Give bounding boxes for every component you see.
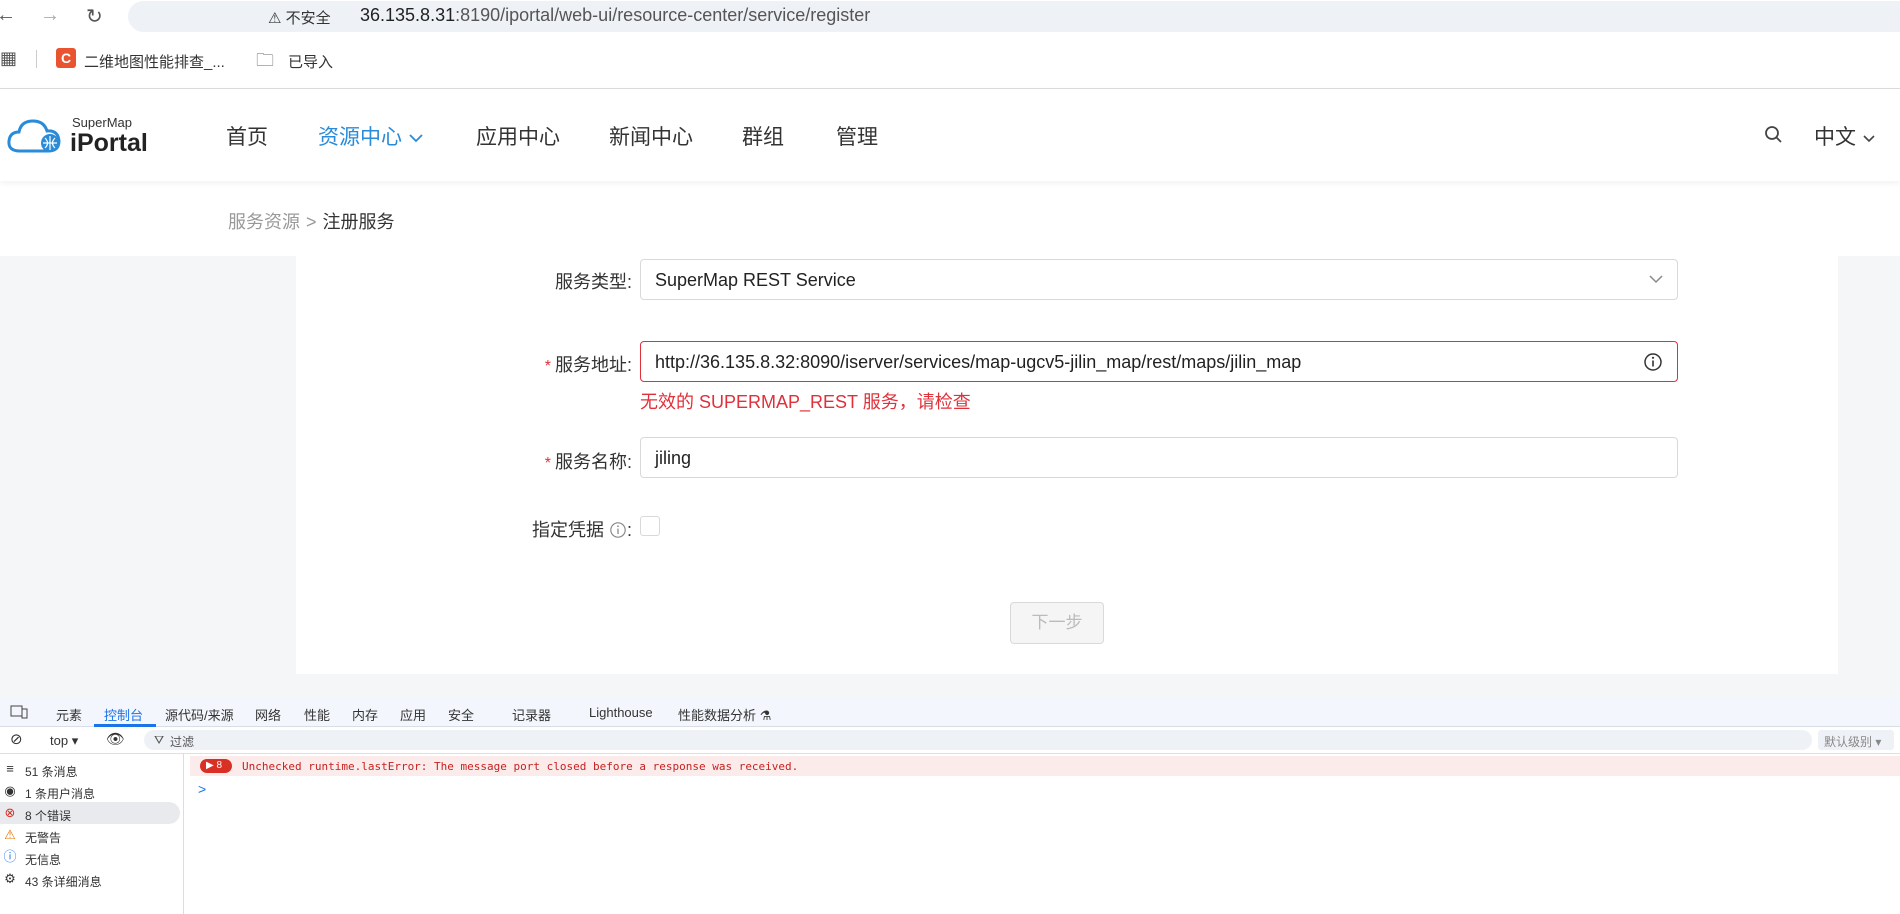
tab-security[interactable]: 安全: [448, 705, 474, 724]
supermap-logo-icon[interactable]: [6, 113, 66, 157]
service-url-error: 无效的 SUPERMAP_REST 服务，请检查: [640, 392, 971, 412]
breadcrumb-service-resources[interactable]: 服务资源: [228, 212, 300, 232]
error-count-badge: ▶ 8: [200, 759, 232, 773]
service-name-input[interactable]: jiling: [640, 437, 1678, 478]
credential-checkbox[interactable]: [640, 516, 660, 536]
address-bar[interactable]: ⚠ 不安全 36.135.8.31:8190/iportal/web-ui/re…: [128, 1, 1900, 32]
chevron-down-icon: [1649, 275, 1663, 284]
logo-title[interactable]: iPortal: [70, 129, 148, 158]
security-warning[interactable]: ⚠ 不安全: [268, 7, 331, 28]
console-error-message: Unchecked runtime.lastError: The message…: [242, 760, 799, 773]
console-filter-input[interactable]: ⛛ 过滤: [144, 730, 1812, 750]
user-icon: ◉: [4, 783, 16, 798]
chevron-down-icon: [1863, 135, 1875, 143]
filter-placeholder: 过滤: [170, 735, 195, 749]
clear-console-icon[interactable]: ⊘: [10, 730, 23, 748]
device-toggle-icon[interactable]: [10, 704, 28, 720]
service-name-label: * 服务名称:: [544, 452, 632, 472]
bookmark-favicon-icon: C: [56, 48, 76, 68]
warning-icon: ⚠: [4, 827, 16, 842]
bookmark-item[interactable]: 二维地图性能排查_...: [84, 51, 225, 72]
url-text[interactable]: 36.135.8.31:8190/iportal/web-ui/resource…: [360, 5, 870, 26]
context-selector[interactable]: top ▾: [50, 733, 78, 749]
nav-resource-center[interactable]: 资源中心: [318, 121, 424, 151]
nav-app-center[interactable]: 应用中心: [476, 121, 560, 151]
service-type-select[interactable]: SuperMap REST Service: [640, 259, 1678, 300]
console-sidebar: ≡ 51 条消息 ◉ 1 条用户消息 ⊗ 8 个错误 ⚠ 无警告 ⓘ 无信息 ⚙ 43 条详…: [0, 754, 184, 914]
breadcrumb-separator: >: [306, 212, 317, 232]
tab-application[interactable]: 应用: [400, 705, 426, 724]
service-type-label: 服务类型:: [554, 272, 632, 292]
apps-grid-icon[interactable]: ▦: [0, 48, 17, 69]
bookmark-folder[interactable]: 已导入: [288, 51, 333, 72]
search-icon[interactable]: [1764, 125, 1784, 145]
bug-icon: ⚙: [4, 871, 16, 886]
sidebar-item-errors[interactable]: ⊗ 8 个错误: [0, 802, 180, 824]
bookmark-separator: [36, 50, 37, 68]
forward-icon[interactable]: →: [40, 4, 60, 27]
info-icon[interactable]: [1643, 352, 1663, 372]
service-url-input[interactable]: http://36.135.8.32:8090/iserver/services…: [640, 341, 1678, 382]
nav-groups[interactable]: 群组: [742, 121, 784, 151]
logo-subtitle: SuperMap: [72, 115, 132, 130]
tab-sources[interactable]: 源代码/来源: [165, 705, 234, 724]
console-prompt[interactable]: >: [198, 781, 206, 797]
tab-elements[interactable]: 元素: [56, 705, 82, 724]
sidebar-item-user-messages[interactable]: ◉ 1 条用户消息: [0, 780, 180, 802]
tab-performance[interactable]: 性能: [304, 705, 330, 724]
devtools-tabs: 元素 控制台 源代码/来源 网络 性能 内存 应用 安全 记录器 Lightho…: [0, 698, 1900, 727]
service-type-value: SuperMap REST Service: [655, 270, 856, 290]
tab-memory[interactable]: 内存: [352, 705, 378, 724]
required-mark: *: [544, 358, 551, 375]
eye-icon[interactable]: 👁: [106, 730, 125, 748]
sidebar-item-info[interactable]: ⓘ 无信息: [0, 846, 180, 868]
sidebar-item-warnings[interactable]: ⚠ 无警告: [0, 824, 180, 846]
service-url-label: * 服务地址:: [544, 355, 632, 375]
nav-manage[interactable]: 管理: [836, 121, 878, 151]
console-error-row[interactable]: ▶ 8 Unchecked runtime.lastError: The mes…: [190, 756, 1900, 776]
browser-toolbar: ← → ↻ ⚠ 不安全 36.135.8.31:8190/iportal/web…: [0, 0, 1900, 32]
service-name-value: jiling: [655, 448, 692, 468]
breadcrumb: 服务资源 > 注册服务: [228, 208, 395, 234]
folder-icon: 🗀: [256, 50, 274, 70]
tab-console[interactable]: 控制台: [104, 705, 143, 724]
app-header: SuperMap iPortal 首页 资源中心 应用中心 新闻中心 群组 管理…: [0, 89, 1900, 181]
info-icon: ⓘ: [3, 849, 17, 864]
error-icon: ⊗: [4, 805, 16, 820]
log-level-select[interactable]: 默认级别 ▾: [1818, 730, 1894, 750]
reload-icon[interactable]: ↻: [86, 4, 103, 29]
sidebar-item-verbose[interactable]: ⚙ 43 条详细消息: [0, 868, 180, 890]
console-toolbar: ⊘ top ▾ 👁 ⛛ 过滤 默认级别 ▾: [0, 727, 1900, 754]
tab-performance-insights[interactable]: 性能数据分析 ⚗: [678, 705, 771, 724]
list-icon: ≡: [6, 761, 14, 776]
tab-recorder[interactable]: 记录器: [512, 705, 551, 724]
filter-icon: ⛛: [154, 733, 165, 747]
tab-lighthouse[interactable]: Lighthouse: [589, 705, 653, 720]
required-mark: *: [544, 455, 551, 472]
bookmarks-bar: ▦ C 二维地图性能排查_... 🗀 已导入: [0, 44, 1900, 72]
back-icon[interactable]: ←: [0, 4, 16, 27]
sidebar-item-messages[interactable]: ≡ 51 条消息: [0, 758, 180, 780]
service-url-value: http://36.135.8.32:8090/iserver/services…: [655, 352, 1302, 372]
next-step-button[interactable]: 下一步: [1010, 602, 1104, 644]
credential-label: 指定凭据 :: [531, 520, 632, 540]
chevron-down-icon: [409, 134, 423, 143]
breadcrumb-current: 注册服务: [322, 212, 395, 232]
info-icon[interactable]: [609, 521, 627, 539]
nav-home[interactable]: 首页: [226, 121, 268, 151]
nav-news-center[interactable]: 新闻中心: [609, 121, 693, 151]
devtools-panel: 元素 控制台 源代码/来源 网络 性能 内存 应用 安全 记录器 Lightho…: [0, 698, 1900, 914]
language-switcher[interactable]: 中文: [1814, 121, 1876, 151]
tab-network[interactable]: 网络: [255, 705, 281, 724]
